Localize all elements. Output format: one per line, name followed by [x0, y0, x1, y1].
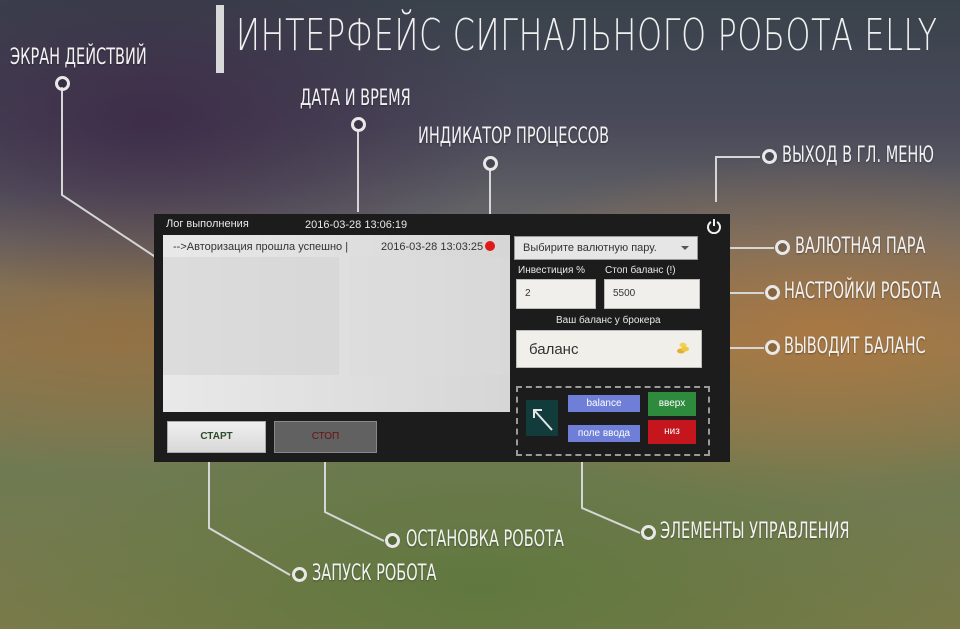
balance-button[interactable]: balance: [568, 395, 640, 412]
callout-dot-stop: [385, 533, 400, 548]
broker-balance-display: баланс: [516, 330, 702, 368]
callout-shows-balance: ВЫВОДИТ БАЛАНС: [784, 334, 926, 359]
input-field-button[interactable]: поле ввода: [568, 425, 640, 442]
stop-button[interactable]: СТОП: [274, 421, 377, 453]
investment-value: 2: [525, 288, 531, 299]
callout-dot-start: [292, 567, 307, 582]
callout-dot-exit: [762, 149, 777, 164]
callout-stop-robot: ОСТАНОВКА РОБОТА: [406, 527, 564, 552]
callout-dot-settings: [765, 285, 780, 300]
callout-dot-controls: [641, 525, 656, 540]
callout-dot-currency: [775, 240, 790, 255]
broker-balance-value: баланс: [529, 341, 579, 358]
coins-icon: [677, 342, 689, 354]
down-button[interactable]: низ: [648, 420, 696, 444]
callout-exit-menu: ВЫХОД В ГЛ. МЕНЮ: [782, 143, 934, 168]
callout-dot-action-screen: [55, 76, 70, 91]
callout-controls: ЭЛЕМЕНТЫ УПРАВЛЕНИЯ: [660, 519, 850, 544]
investment-label: Инвестиция %: [518, 265, 586, 276]
log-pane: [163, 257, 339, 375]
current-datetime: 2016-03-28 13:06:19: [305, 219, 408, 231]
stop-balance-input[interactable]: 5500: [604, 279, 700, 309]
arrow-button[interactable]: [526, 400, 558, 436]
callout-action-screen: ЭКРАН ДЕЙСТВИЙ: [10, 45, 147, 70]
start-button[interactable]: СТАРТ: [167, 421, 266, 453]
broker-balance-label: Ваш баланс у брокера: [556, 315, 661, 326]
callout-dot-process: [483, 156, 498, 171]
log-pane: [349, 257, 510, 375]
log-entry-text: -->Авторизация прошла успешно |: [173, 241, 349, 253]
process-indicator: [485, 241, 495, 251]
callout-date-time: ДАТА И ВРЕМЯ: [300, 86, 411, 111]
up-button[interactable]: вверх: [648, 392, 696, 416]
currency-pair-select[interactable]: Выбирите валютную пару.: [514, 236, 698, 260]
power-icon[interactable]: [706, 218, 722, 234]
callout-robot-settings: НАСТРОЙКИ РОБОТА: [784, 279, 942, 304]
callout-dot-balance: [765, 340, 780, 355]
arrow-diagonal-icon: [533, 409, 553, 431]
callout-start-robot: ЗАПУСК РОБОТА: [312, 561, 437, 586]
chevron-down-icon: [681, 246, 689, 250]
callout-process-indicator: ИНДИКАТОР ПРОЦЕССОВ: [418, 124, 610, 149]
log-header: Лог выполнения: [166, 218, 249, 230]
currency-pair-placeholder: Выбирите валютную пару.: [523, 242, 657, 254]
callout-currency-pair: ВАЛЮТНАЯ ПАРА: [795, 234, 926, 259]
stop-balance-value: 5500: [613, 288, 636, 299]
log-entry-time: 2016-03-28 13:03:25: [381, 241, 484, 253]
stop-balance-label: Стоп баланс (!): [605, 265, 676, 276]
action-log[interactable]: -->Авторизация прошла успешно | 2016-03-…: [163, 235, 510, 412]
investment-input[interactable]: 2: [516, 279, 596, 309]
callout-dot-date-time: [351, 117, 366, 132]
